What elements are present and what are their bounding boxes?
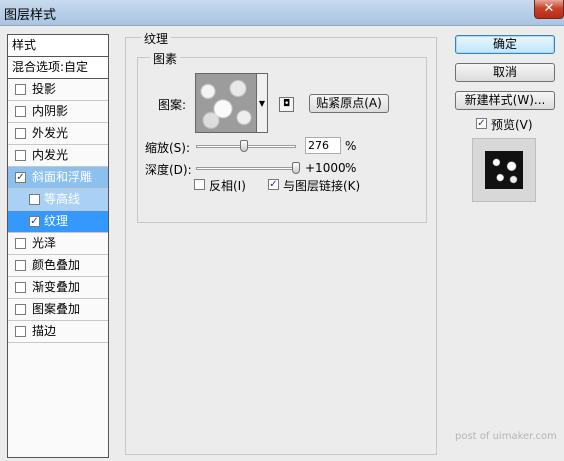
- close-button[interactable]: ✕: [534, 0, 564, 19]
- title-bar: 图层样式 ✕: [0, 0, 564, 26]
- depth-input[interactable]: +1000: [305, 161, 346, 175]
- scale-input[interactable]: 276: [305, 137, 341, 154]
- style-item-label: 投影: [32, 82, 57, 96]
- ok-button[interactable]: 确定: [455, 35, 555, 54]
- style-item-label: 颜色叠加: [32, 258, 81, 272]
- outer-glow-checkbox[interactable]: [15, 128, 26, 139]
- preview-label: 预览(V): [491, 118, 533, 132]
- style-item-inner-shadow[interactable]: 内阴影: [8, 101, 108, 123]
- depth-unit: %: [345, 161, 357, 175]
- bevel-emboss-checkbox[interactable]: ✓: [15, 172, 26, 183]
- depth-slider-track[interactable]: [196, 167, 296, 170]
- link-with-layer-label: 与图层链接(K): [283, 179, 361, 193]
- style-item-drop-shadow[interactable]: 投影: [8, 79, 108, 101]
- pattern-overlay-checkbox[interactable]: [15, 304, 26, 315]
- preview-thumbnail: [485, 151, 523, 189]
- style-item-label: 内阴影: [32, 104, 69, 118]
- style-list-header[interactable]: 样式: [8, 35, 108, 57]
- depth-label: 深度(D):: [145, 163, 192, 177]
- inner-shadow-checkbox[interactable]: [15, 106, 26, 117]
- invert-label: 反相(I): [209, 179, 246, 193]
- drop-shadow-checkbox[interactable]: [15, 84, 26, 95]
- pattern-label: 图案:: [158, 98, 187, 112]
- snap-to-origin-button[interactable]: 贴紧原点(A): [309, 94, 389, 113]
- window-title: 图层样式: [4, 8, 57, 23]
- watermark: post of uimaker.com: [455, 431, 557, 442]
- invert-checkbox[interactable]: [194, 179, 205, 190]
- style-item-label: 斜面和浮雕: [32, 170, 93, 184]
- style-item-contour[interactable]: 等高线: [8, 189, 108, 211]
- style-item-stroke[interactable]: 描边: [8, 321, 108, 343]
- pattern-dropdown-arrow-icon[interactable]: ▼: [257, 73, 268, 133]
- gradient-overlay-checkbox[interactable]: [15, 282, 26, 293]
- style-item-label: 图案叠加: [32, 302, 81, 316]
- style-item-satin[interactable]: 光泽: [8, 233, 108, 255]
- style-item-label: 外发光: [32, 126, 69, 140]
- style-item-gradient-overlay[interactable]: 渐变叠加: [8, 277, 108, 299]
- new-style-button[interactable]: 新建样式(W)...: [455, 91, 555, 110]
- scale-slider-thumb[interactable]: [240, 140, 249, 152]
- depth-slider-thumb[interactable]: [292, 162, 300, 174]
- style-preview: [472, 138, 536, 202]
- stroke-checkbox[interactable]: [15, 326, 26, 337]
- style-item-label: 光泽: [32, 236, 57, 250]
- scale-unit: %: [345, 139, 357, 153]
- style-item-bevel-emboss[interactable]: ✓ 斜面和浮雕: [8, 167, 108, 189]
- contour-checkbox[interactable]: [29, 194, 40, 205]
- color-overlay-checkbox[interactable]: [15, 260, 26, 271]
- style-item-label: 等高线: [44, 192, 81, 206]
- new-preset-icon[interactable]: ◘: [279, 97, 294, 112]
- link-with-layer-checkbox[interactable]: ✓: [268, 179, 279, 190]
- style-item-label: 内发光: [32, 148, 69, 162]
- preview-checkbox[interactable]: ✓: [476, 118, 487, 129]
- style-item-texture[interactable]: ✓ 纹理: [8, 211, 108, 233]
- style-item-label: 渐变叠加: [32, 280, 81, 294]
- style-item-color-overlay[interactable]: 颜色叠加: [8, 255, 108, 277]
- elements-group-title: 图素: [150, 50, 181, 67]
- style-item-inner-glow[interactable]: 内发光: [8, 145, 108, 167]
- texture-group-title: 纹理: [141, 30, 172, 47]
- satin-checkbox[interactable]: [15, 238, 26, 249]
- scale-label: 缩放(S):: [145, 141, 191, 155]
- dialog-client: 样式 混合选项:自定 投影 内阴影 外发光 内发光 ✓ 斜面和浮雕 等高线 ✓ …: [0, 26, 564, 461]
- style-item-pattern-overlay[interactable]: 图案叠加: [8, 299, 108, 321]
- pattern-swatch[interactable]: [195, 73, 257, 133]
- cancel-button[interactable]: 取消: [455, 63, 555, 82]
- style-list: 样式 混合选项:自定 投影 内阴影 外发光 内发光 ✓ 斜面和浮雕 等高线 ✓ …: [7, 34, 109, 458]
- inner-glow-checkbox[interactable]: [15, 150, 26, 161]
- style-item-outer-glow[interactable]: 外发光: [8, 123, 108, 145]
- texture-checkbox[interactable]: ✓: [29, 216, 40, 227]
- blend-options-item[interactable]: 混合选项:自定: [8, 57, 108, 79]
- style-item-label: 纹理: [44, 214, 69, 228]
- style-item-label: 描边: [32, 324, 57, 338]
